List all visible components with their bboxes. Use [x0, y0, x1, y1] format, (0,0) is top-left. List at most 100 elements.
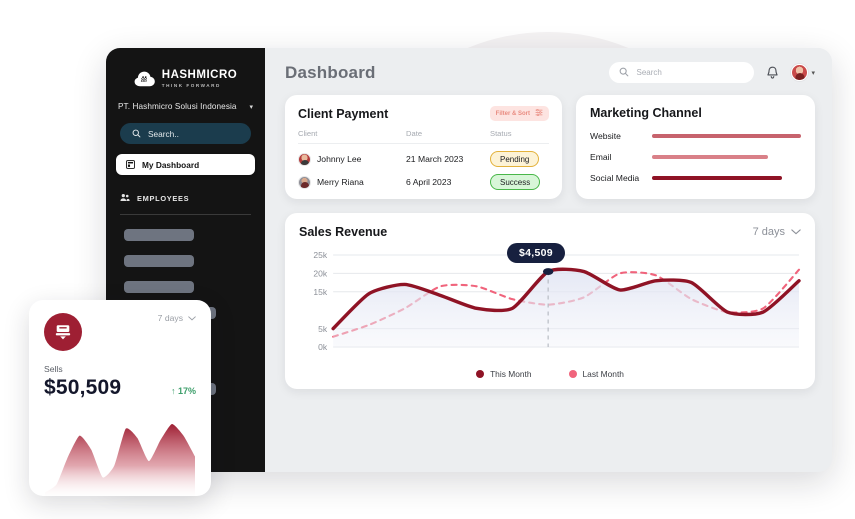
sidebar-placeholder-item[interactable] [124, 281, 194, 294]
client-payment-table: Client Date Status Johnny Lee 21 March 2… [298, 129, 549, 190]
brand-tagline: THINK FORWARD [161, 82, 221, 88]
marketing-channel-card: Marketing Channel Website Email Social M… [576, 95, 815, 199]
chevron-down-icon [188, 313, 196, 323]
marketing-row: Website [590, 131, 801, 141]
channel-bar [652, 176, 782, 180]
client-payment-card: Client Payment Filter & Sort Client Date [285, 95, 562, 199]
cell-client: Merry Riana [298, 175, 406, 189]
legend-label: This Month [490, 369, 532, 379]
legend-dot [568, 370, 577, 378]
sales-revenue-chart: 25k 20k 15k 5k 0k $4,509 [299, 243, 801, 367]
search-placeholder: Search [636, 68, 662, 77]
sells-card-header: 7 days [44, 313, 196, 351]
status-badge: Pending [490, 151, 540, 167]
channel-bar [652, 134, 801, 138]
filter-label: Filter & Sort [495, 110, 530, 117]
marketing-row: Email [590, 152, 801, 162]
chart-tooltip: $4,509 [507, 243, 565, 263]
payment-date: 21 March 2023 [406, 154, 464, 164]
client-name: Johnny Lee [317, 154, 362, 164]
search-icon [132, 125, 141, 143]
svg-text:25k: 25k [313, 250, 327, 260]
cloud-hash-icon [134, 70, 156, 88]
sidebar-section-label: EMPLOYEES [137, 193, 190, 203]
sidebar-placeholder-item[interactable] [124, 229, 194, 242]
topbar-actions: Search ▾ [609, 62, 815, 83]
search-icon [619, 64, 629, 82]
channel-label: Website [590, 131, 621, 141]
chevron-down-icon [791, 226, 801, 238]
range-selector[interactable]: 7 days [753, 226, 801, 238]
sells-sparkline-plot [45, 423, 195, 496]
column-header-status: Status [490, 129, 512, 138]
client-payment-header: Client Payment Filter & Sort [298, 106, 549, 121]
main-content: Dashboard Search ▾ Client Payment Filter… [265, 48, 832, 472]
svg-text:5k: 5k [318, 324, 328, 334]
cell-status: Success [490, 174, 541, 190]
sidebar-divider [120, 214, 251, 216]
bell-icon[interactable] [765, 65, 780, 80]
column-header-date: Date [406, 129, 423, 138]
sidebar-item-my-dashboard[interactable]: My Dashboard [116, 154, 255, 176]
legend-item-this-month: This Month [476, 369, 532, 379]
sidebar-search-placeholder: Search.. [148, 128, 179, 139]
table-header-row: Client Date Status [298, 129, 549, 144]
legend-dot [476, 370, 485, 378]
table-row[interactable]: Johnny Lee 21 March 2023 Pending [298, 144, 549, 167]
sidebar-section-employees[interactable]: EMPLOYEES [120, 189, 251, 207]
cell-date: 6 April 2023 [406, 177, 490, 187]
channel-bar-track [652, 134, 801, 138]
sales-revenue-header: Sales Revenue 7 days [299, 225, 801, 239]
chevron-down-icon: ▾ [811, 69, 815, 77]
chart-legend: This Month Last Month [299, 369, 801, 379]
cell-date: 21 March 2023 [406, 154, 490, 164]
legend-item-last-month: Last Month [568, 369, 624, 379]
avatar [791, 64, 809, 81]
dashboard-icon [126, 156, 135, 174]
client-payment-title: Client Payment [298, 106, 389, 121]
sells-label: Sells [44, 364, 63, 374]
brand-text: HASHMICRO THINK FORWARD [161, 69, 238, 88]
sales-revenue-plot: 25k 20k 15k 5k 0k [313, 250, 801, 352]
user-menu[interactable]: ▾ [791, 64, 815, 81]
brand-name: HASHMICRO [161, 69, 238, 81]
channel-bar-track [652, 176, 801, 180]
filter-and-sort-button[interactable]: Filter & Sort [489, 106, 549, 121]
topbar: Dashboard Search ▾ [285, 62, 815, 83]
status-badge: Success [490, 174, 541, 190]
channel-label: Social Media [590, 173, 640, 183]
svg-text:20k: 20k [313, 269, 327, 279]
sells-value: $50,509 [44, 376, 122, 399]
chevron-down-icon: ▾ [249, 103, 253, 111]
legend-label: Last Month [582, 369, 624, 379]
company-name: PT. Hashmicro Solusi Indonesia [118, 102, 237, 112]
channel-bar [652, 155, 769, 159]
svg-text:0k: 0k [318, 342, 328, 352]
employees-icon [120, 189, 130, 207]
sidebar-placeholder-item[interactable] [124, 255, 194, 268]
column-header-client: Client [298, 129, 318, 138]
sales-revenue-title: Sales Revenue [299, 225, 388, 239]
sales-revenue-card: Sales Revenue 7 days 25k 20k 15k 5k 0k $4,50… [285, 213, 815, 389]
avatar [298, 152, 311, 166]
channel-label: Email [590, 152, 612, 162]
marketing-row: Social Media [590, 173, 801, 183]
payment-date: 6 April 2023 [406, 177, 452, 187]
company-selector[interactable]: PT. Hashmicro Solusi Indonesia ▾ [118, 102, 253, 111]
cell-client: Johnny Lee [298, 152, 406, 166]
sells-value-row: $50,509 ↑ 17% [44, 376, 196, 400]
sells-box-icon [44, 313, 82, 351]
search-input[interactable]: Search [609, 62, 755, 83]
sells-sparkline [45, 414, 195, 496]
cards-row: Client Payment Filter & Sort Client Date [285, 95, 815, 199]
table-row[interactable]: Merry Riana 6 April 2023 Success [298, 167, 549, 190]
sidebar-search-input[interactable]: Search.. [120, 123, 251, 145]
screenshot-root: HASHMICRO THINK FORWARD PT. Hashmicro So… [0, 0, 855, 519]
brand: HASHMICRO THINK FORWARD [106, 69, 265, 88]
page-title: Dashboard [285, 62, 376, 82]
sells-range-selector[interactable]: 7 days [158, 313, 196, 323]
svg-text:15k: 15k [313, 287, 327, 297]
sells-range-label: 7 days [157, 313, 183, 323]
channel-bar-track [652, 155, 801, 159]
sells-card: 7 days Sells $50,509 ↑ 17% [29, 300, 211, 496]
